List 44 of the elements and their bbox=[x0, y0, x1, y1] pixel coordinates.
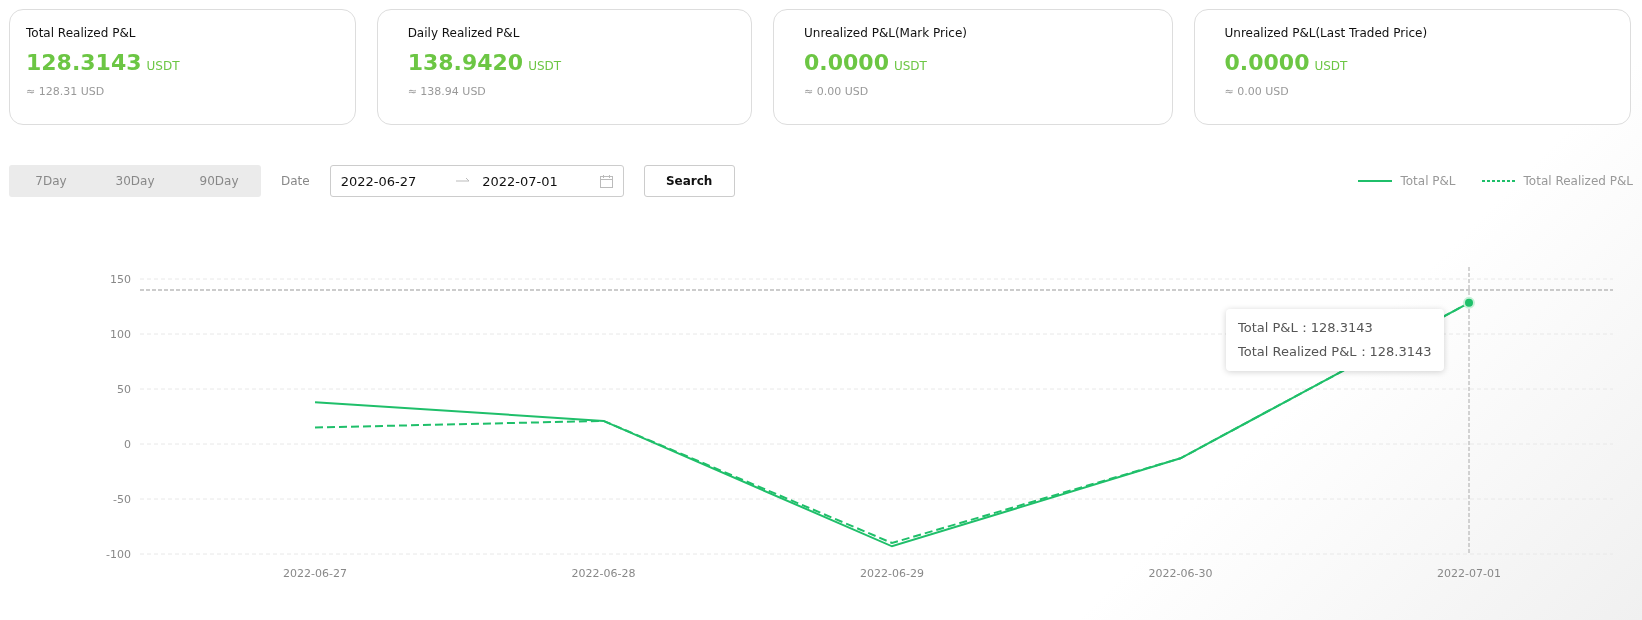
card-value: 138.9420 bbox=[407, 50, 524, 75]
y-tick-label: 50 bbox=[117, 383, 131, 396]
tooltip-line: Total P&L：128.3143 bbox=[1238, 319, 1374, 337]
card-unit: USDT bbox=[528, 59, 562, 73]
legend-line-icon bbox=[1358, 180, 1393, 182]
card-title: Unrealized P&L(Mark Price) bbox=[804, 26, 968, 40]
start-date: 2022-06-27 bbox=[340, 173, 417, 189]
hover-point bbox=[1463, 296, 1475, 309]
date-range-field[interactable]: 2022-06-27 2022-07-01 bbox=[329, 165, 624, 197]
card-approx-value: ≈ 128.31 USD bbox=[26, 85, 106, 98]
card-title: Unrealized P&L(Last Traded Price) bbox=[1224, 26, 1429, 40]
card-value: 0.0000 bbox=[804, 50, 889, 75]
y-tick-label: -100 bbox=[106, 548, 131, 561]
period-tab[interactable]: 7Day bbox=[9, 165, 93, 197]
card-approx-value: ≈ 138.94 USD bbox=[407, 85, 487, 98]
x-tick-label: 2022-07-01 bbox=[1437, 567, 1501, 580]
card-unit: USDT bbox=[893, 59, 927, 73]
card-title: Total Realized P&L bbox=[26, 26, 137, 40]
card-value: 0.0000 bbox=[1224, 50, 1310, 75]
date-label: Date bbox=[281, 174, 310, 188]
period-tab[interactable]: 30Day bbox=[93, 165, 177, 197]
card-value: 128.3143 bbox=[26, 50, 142, 75]
arrow-icon bbox=[456, 177, 471, 185]
end-date: 2022-07-01 bbox=[482, 173, 558, 189]
card-approx-value: ≈ 0.00 USD bbox=[804, 85, 870, 98]
legend-line-icon bbox=[1481, 180, 1516, 182]
x-tick-label: 2022-06-29 bbox=[860, 567, 924, 580]
search-button[interactable]: Search bbox=[643, 165, 735, 197]
x-tick-label: 2022-06-30 bbox=[1148, 567, 1213, 580]
legend-label: Total P&L bbox=[1400, 174, 1456, 188]
period-tab[interactable]: 90Day bbox=[177, 165, 261, 197]
legend-label: Total Realized P&L bbox=[1523, 174, 1633, 188]
x-tick-label: 2022-06-28 bbox=[571, 567, 636, 580]
x-tick-label: 2022-06-27 bbox=[283, 567, 347, 580]
y-tick-label: 0 bbox=[124, 438, 131, 451]
card-title: Daily Realized P&L bbox=[407, 26, 521, 40]
y-tick-label: 150 bbox=[110, 273, 131, 286]
card-approx-value: ≈ 0.00 USD bbox=[1224, 85, 1290, 98]
tooltip-line: Total Realized P&L：128.3143 bbox=[1238, 343, 1432, 361]
y-tick-label: -50 bbox=[113, 493, 131, 506]
card-unit: USDT bbox=[146, 59, 180, 73]
card-unit: USDT bbox=[1314, 59, 1348, 73]
calendar-icon bbox=[599, 174, 613, 188]
y-tick-label: 100 bbox=[110, 328, 131, 341]
